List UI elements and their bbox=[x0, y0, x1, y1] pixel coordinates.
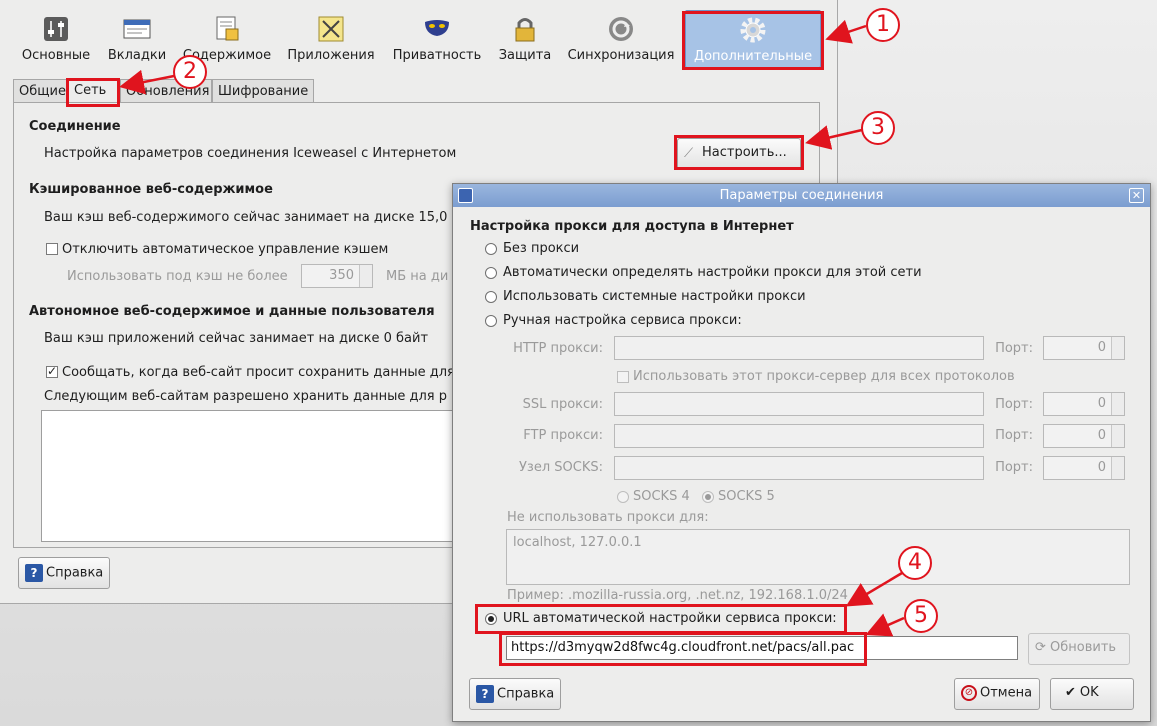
connection-text: Настройка параметров соединения Icewease… bbox=[44, 146, 457, 161]
offline-heading: Автономное веб-содержимое и данные польз… bbox=[29, 304, 435, 319]
lock-icon bbox=[515, 18, 535, 42]
cancel-button-label: Отмена bbox=[980, 685, 1033, 701]
annotation-box-network-tab bbox=[66, 78, 120, 107]
annotation-badge-3: 3 bbox=[861, 111, 895, 145]
ftp-proxy-field[interactable] bbox=[614, 424, 984, 448]
socks4-radio[interactable] bbox=[617, 491, 629, 503]
ftp-proxy-label: FTP прокси: bbox=[523, 428, 603, 443]
socks-host-field[interactable] bbox=[614, 456, 984, 480]
annotation-badge-4: 4 bbox=[898, 546, 932, 580]
ftp-port-stepper[interactable]: 0 bbox=[1043, 424, 1125, 448]
reload-button-label: Обновить bbox=[1050, 640, 1117, 655]
sliders-icon bbox=[44, 17, 68, 41]
close-icon[interactable]: ✕ bbox=[1129, 188, 1144, 203]
share-proxy-checkbox[interactable] bbox=[617, 371, 629, 383]
toolbar-security[interactable]: Защита bbox=[495, 10, 555, 68]
auto-detect-label: Автоматически определять настройки прокс… bbox=[503, 265, 922, 280]
manual-proxy-radio[interactable] bbox=[485, 315, 497, 327]
system-proxy-radio[interactable] bbox=[485, 291, 497, 303]
no-proxy-example: Пример: .mozilla-russia.org, .net.nz, 19… bbox=[507, 588, 848, 603]
app-icon bbox=[458, 188, 473, 203]
toolbar-label: Защита bbox=[498, 48, 552, 63]
no-proxy-radio[interactable] bbox=[485, 243, 497, 255]
help-icon: ? bbox=[476, 685, 494, 703]
toolbar-label: Приватность bbox=[392, 48, 482, 63]
annotation-box-advanced bbox=[682, 11, 824, 70]
allowed-sites-label: Следующим веб-сайтам разрешено хранить д… bbox=[44, 389, 447, 404]
proxy-heading: Настройка прокси для доступа в Интернет bbox=[470, 219, 794, 234]
annotation-box-pac-option bbox=[475, 604, 847, 634]
no-proxy-for-field[interactable]: localhost, 127.0.0.1 bbox=[506, 529, 1130, 585]
help-button-label: Справка bbox=[46, 565, 104, 581]
toolbar-label: Приложения bbox=[287, 48, 375, 63]
auto-detect-radio[interactable] bbox=[485, 267, 497, 279]
annotation-badge-5: 5 bbox=[904, 599, 938, 633]
ftp-port-label: Порт: bbox=[995, 428, 1033, 443]
http-proxy-label: HTTP прокси: bbox=[513, 341, 603, 356]
annotation-box-configure bbox=[674, 135, 804, 170]
notify-label: Сообщать, когда веб-сайт просит сохранит… bbox=[62, 365, 455, 380]
dialog-title-bar: Параметры соединения ✕ bbox=[453, 184, 1150, 207]
allowed-sites-list[interactable] bbox=[41, 410, 461, 542]
checkmark-icon: ✔ bbox=[1065, 685, 1076, 700]
cache-text: Ваш кэш веб-содержимого сейчас занимает … bbox=[44, 210, 448, 225]
no-proxy-label: Без прокси bbox=[503, 241, 580, 256]
help-button-label: Справка bbox=[497, 686, 555, 702]
sync-icon bbox=[609, 17, 633, 41]
socks-port-stepper[interactable]: 0 bbox=[1043, 456, 1125, 480]
annotation-badge-2: 2 bbox=[173, 55, 207, 89]
toolbar-label: Основные bbox=[21, 48, 91, 63]
offline-text: Ваш кэш приложений сейчас занимает на ди… bbox=[44, 331, 429, 346]
cancel-button[interactable]: ⊘ Отмена bbox=[954, 678, 1040, 710]
tab-general[interactable]: Общие bbox=[13, 79, 68, 103]
ssl-proxy-label: SSL прокси: bbox=[522, 397, 603, 412]
cache-override-label: Отключить автоматическое управление кэше… bbox=[62, 242, 389, 257]
toolbar-general[interactable]: Основные bbox=[16, 10, 96, 68]
cache-override-checkbox[interactable] bbox=[46, 243, 58, 255]
prefs-help-button[interactable]: ? Справка bbox=[18, 557, 110, 589]
http-port-label: Порт: bbox=[995, 341, 1033, 356]
reload-icon: ⟳ bbox=[1035, 640, 1051, 655]
cache-heading: Кэшированное веб-содержимое bbox=[29, 182, 273, 197]
cache-limit-stepper[interactable]: 350 bbox=[301, 264, 373, 288]
ok-button[interactable]: ✔ OK bbox=[1050, 678, 1134, 710]
manual-proxy-label: Ручная настройка сервиса прокси: bbox=[503, 313, 742, 328]
toolbar-sync[interactable]: Синхронизация bbox=[564, 10, 678, 68]
socks4-label: SOCKS 4 bbox=[633, 489, 690, 504]
tabs-icon bbox=[123, 19, 151, 39]
ok-button-label: OK bbox=[1079, 685, 1099, 700]
socks-host-label: Узел SOCKS: bbox=[519, 460, 603, 475]
applications-icon bbox=[318, 16, 344, 42]
dialog-title: Параметры соединения bbox=[719, 188, 884, 203]
annotation-box-pac-url bbox=[499, 632, 867, 666]
socks5-radio[interactable] bbox=[702, 491, 714, 503]
http-port-stepper[interactable]: 0 bbox=[1043, 336, 1125, 360]
no-proxy-for-label: Не использовать прокси для: bbox=[507, 510, 709, 525]
dialog-help-button[interactable]: ? Справка bbox=[469, 678, 561, 710]
socks5-label: SOCKS 5 bbox=[718, 489, 775, 504]
system-proxy-label: Использовать системные настройки прокси bbox=[503, 289, 806, 304]
cache-limit-label: Использовать под кэш не более bbox=[67, 269, 288, 284]
ssl-port-stepper[interactable]: 0 bbox=[1043, 392, 1125, 416]
cancel-icon: ⊘ bbox=[961, 685, 977, 701]
socks-port-label: Порт: bbox=[995, 460, 1033, 475]
toolbar-label: Синхронизация bbox=[567, 48, 675, 63]
toolbar-label: Вкладки bbox=[107, 48, 167, 63]
mask-icon bbox=[425, 20, 449, 36]
content-icon bbox=[216, 16, 239, 41]
share-proxy-label: Использовать этот прокси-сервер для всех… bbox=[633, 369, 1015, 384]
help-icon: ? bbox=[25, 564, 43, 582]
http-proxy-field[interactable] bbox=[614, 336, 984, 360]
annotation-badge-1: 1 bbox=[866, 8, 900, 42]
cache-limit-unit: МБ на ди bbox=[386, 269, 449, 284]
tab-encryption[interactable]: Шифрование bbox=[212, 79, 314, 103]
toolbar-tabs[interactable]: Вкладки bbox=[104, 10, 170, 68]
toolbar-applications[interactable]: Приложения bbox=[284, 10, 378, 68]
connection-heading: Соединение bbox=[29, 119, 121, 134]
notify-checkbox[interactable] bbox=[46, 364, 58, 378]
ssl-port-label: Порт: bbox=[995, 397, 1033, 412]
ssl-proxy-field[interactable] bbox=[614, 392, 984, 416]
toolbar-privacy[interactable]: Приватность bbox=[388, 10, 486, 68]
reload-pac-button[interactable]: ⟳ Обновить bbox=[1028, 633, 1130, 665]
